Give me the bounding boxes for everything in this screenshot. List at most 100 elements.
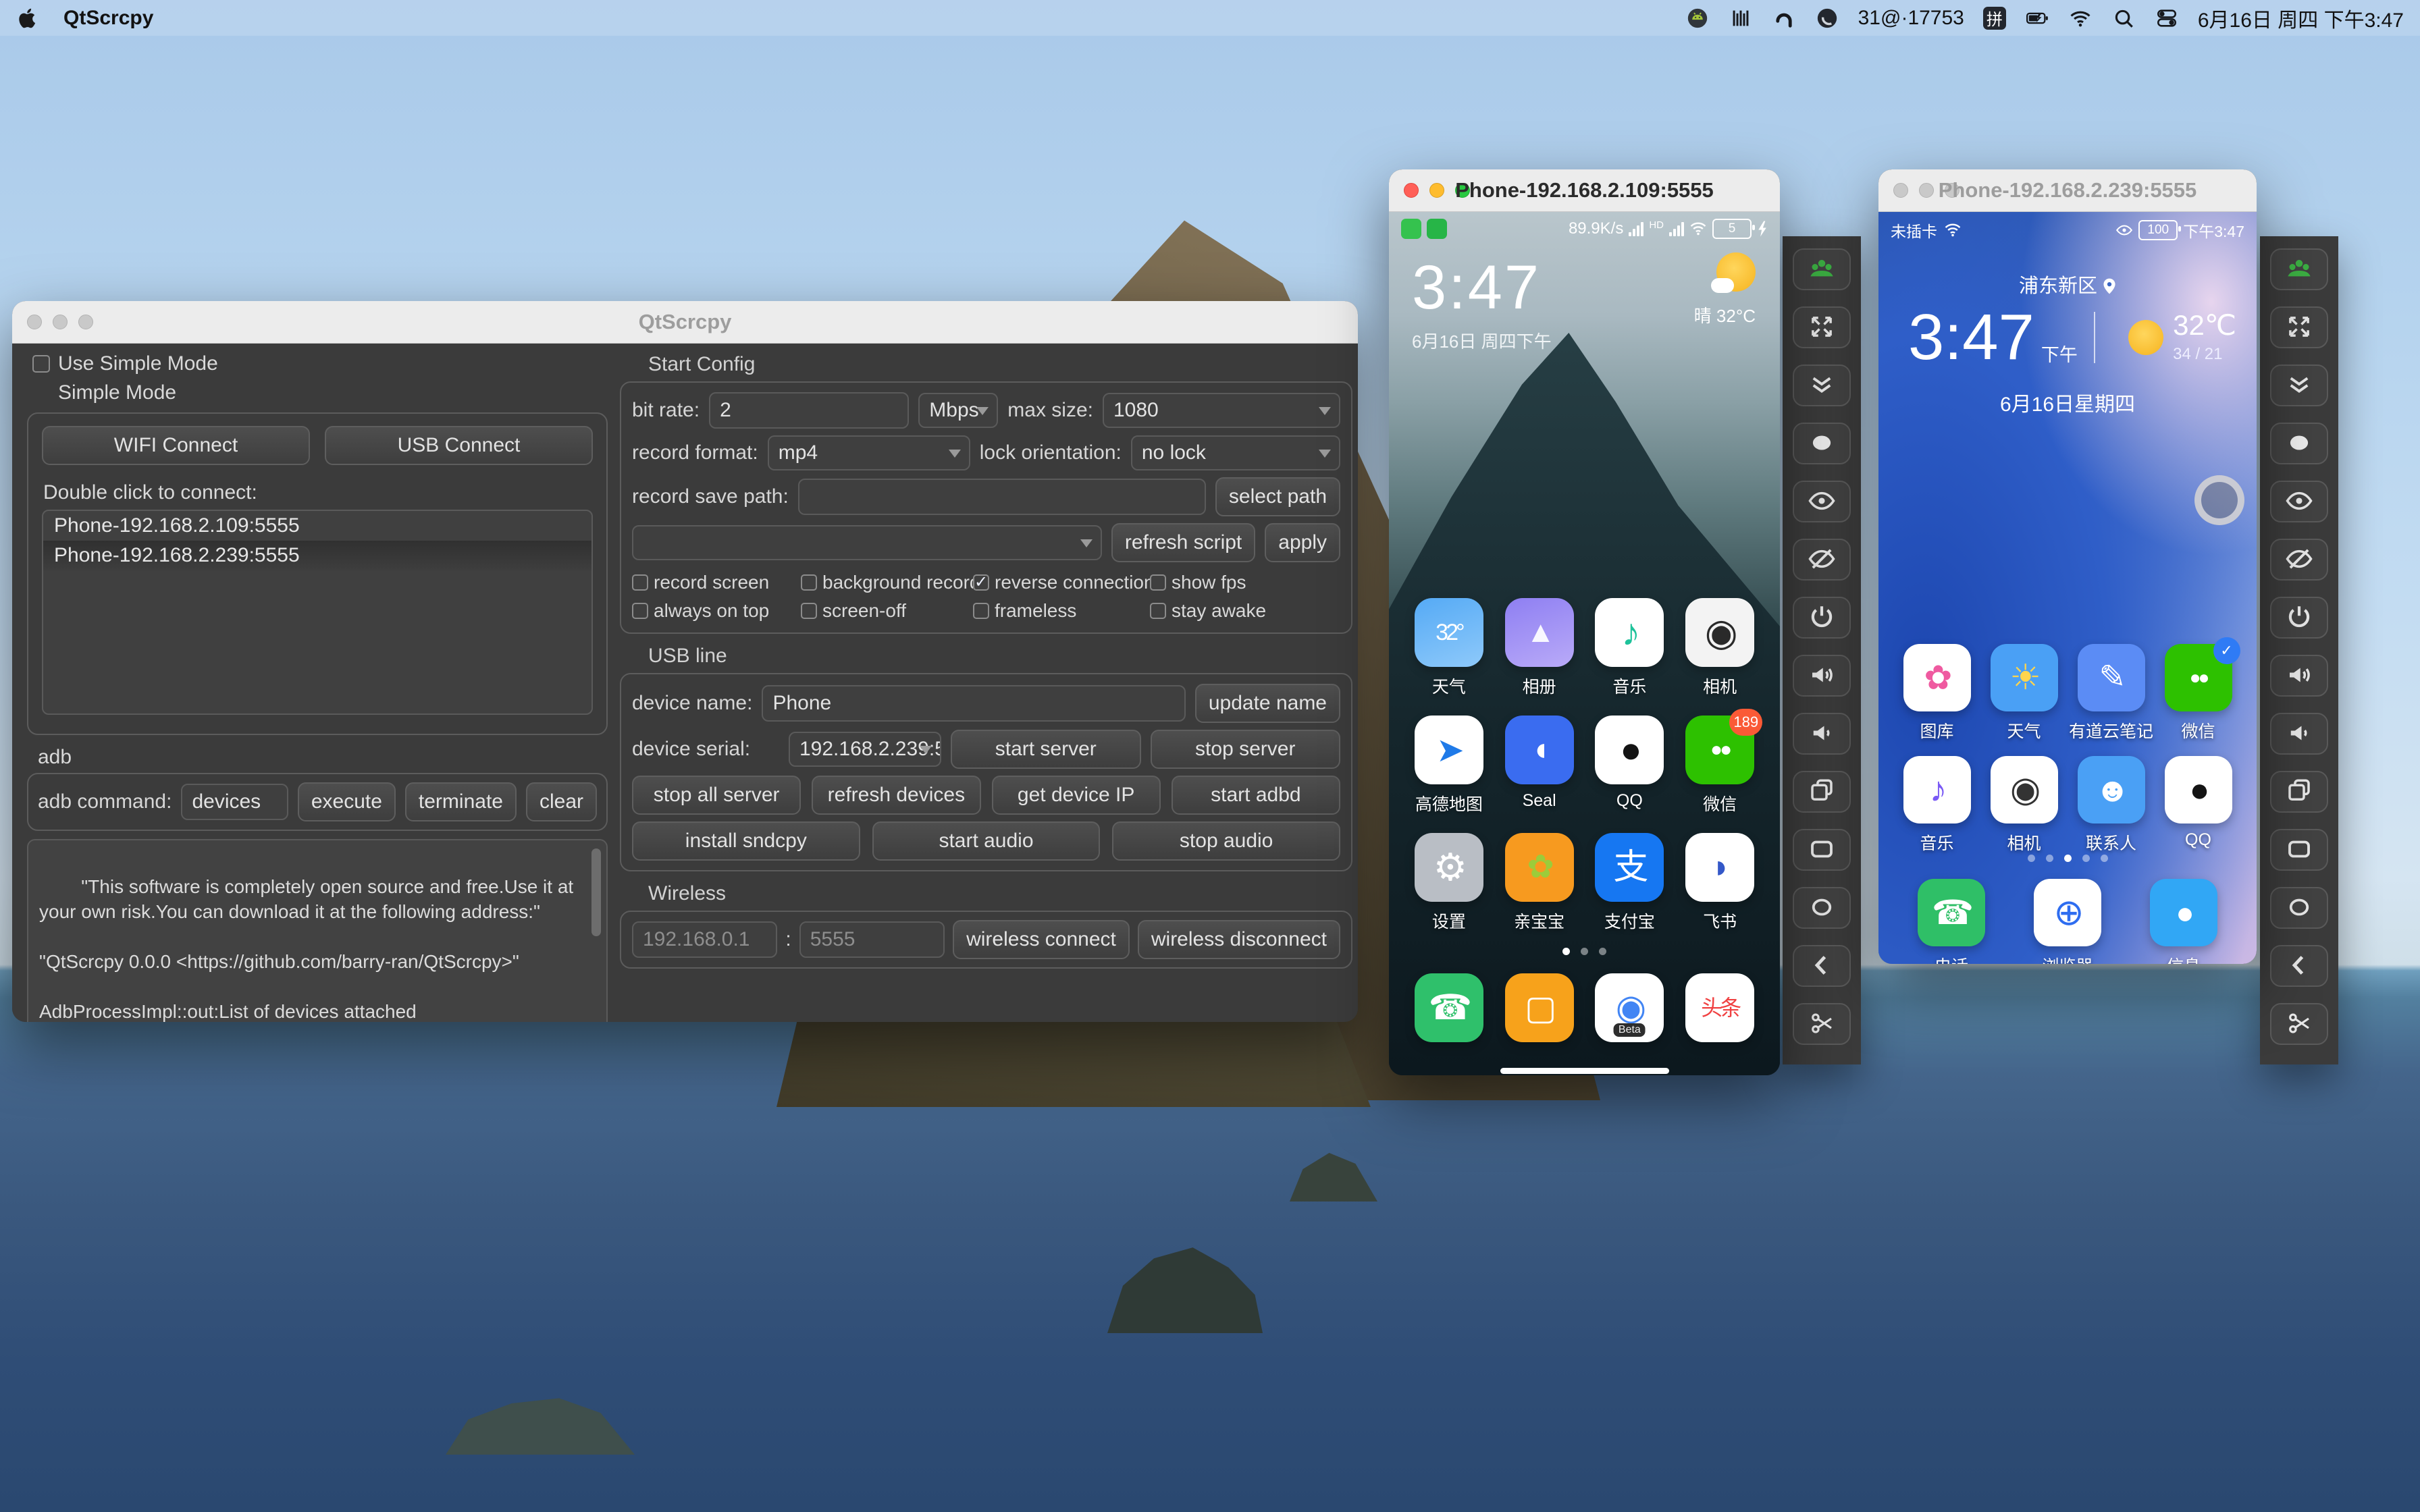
dock-app-icon[interactable]: ☎ — [1409, 973, 1489, 1042]
app-tile[interactable]: ♪ — [1595, 598, 1664, 667]
app-tile[interactable]: 支 — [1595, 833, 1664, 902]
app-tile[interactable]: ◉ — [1990, 756, 2058, 824]
expand-menu-button[interactable] — [2270, 364, 2328, 406]
config-checkbox[interactable]: ✓ reverse connection — [973, 570, 1150, 595]
control-center-icon[interactable] — [2155, 6, 2179, 30]
execute-button[interactable]: execute — [297, 782, 396, 821]
screen-on-button[interactable] — [2270, 481, 2328, 522]
bit-rate-unit-select[interactable]: Mbps — [918, 393, 999, 428]
select-path-button[interactable]: select path — [1215, 477, 1340, 516]
screenshot-button[interactable] — [2270, 1003, 2328, 1045]
log-output[interactable]: "This software is completely open source… — [27, 839, 608, 1022]
stop-server-button[interactable]: stop server — [1150, 730, 1340, 769]
phone1-mirror-window[interactable]: Phone-192.168.2.109:5555 89.9K/s HD 5 3:… — [1389, 169, 1780, 1075]
dock-app-icon[interactable]: ⊕ 浏览器 — [2028, 879, 2107, 964]
fullscreen-button[interactable] — [2270, 306, 2328, 348]
config-checkbox[interactable]: screen-off — [801, 599, 973, 623]
expand-menu-button[interactable] — [1793, 364, 1851, 406]
app-icon[interactable]: ➤ 高德地图 — [1409, 716, 1489, 815]
app-icon[interactable]: 支 支付宝 — [1589, 833, 1669, 933]
home-button[interactable] — [1793, 829, 1851, 871]
get-device-ip-button[interactable]: get device IP — [991, 776, 1161, 815]
app-tile[interactable]: ●● ✓ — [2164, 637, 2240, 711]
app-tile[interactable]: ● — [1595, 716, 1664, 784]
app-tile[interactable]: ⚙ — [1414, 833, 1483, 902]
usb-connect-button[interactable]: USB Connect — [325, 426, 593, 465]
app-icon[interactable]: ● QQ — [1589, 716, 1669, 815]
touch-button[interactable] — [2270, 423, 2328, 464]
checkbox-box[interactable] — [632, 574, 648, 591]
config-checkbox[interactable]: background record — [801, 570, 973, 595]
menu-button[interactable] — [2270, 887, 2328, 929]
record-save-path-input[interactable] — [797, 479, 1206, 515]
adb-command-input[interactable]: devices — [181, 784, 288, 820]
lock-orientation-select[interactable]: no lock — [1130, 435, 1340, 470]
app-tile[interactable]: ☎ — [1414, 973, 1483, 1042]
istat-bars-icon[interactable] — [1729, 6, 1753, 30]
script-select[interactable] — [632, 525, 1102, 560]
stop-all-server-button[interactable]: stop all server — [632, 776, 801, 815]
config-checkbox[interactable]: record screen — [632, 570, 801, 595]
app-icon[interactable]: ⚙ 设置 — [1409, 833, 1489, 933]
qtscrcpy-titlebar[interactable]: QtScrcpy — [12, 301, 1358, 344]
app-icon[interactable]: ◗ 飞书 — [1680, 833, 1760, 933]
bit-rate-input[interactable]: 2 — [709, 392, 910, 429]
wifi-icon[interactable] — [2068, 6, 2093, 30]
home-button[interactable] — [2270, 829, 2328, 871]
app-tile[interactable]: ◖ — [1504, 716, 1574, 784]
menu-datetime[interactable]: 6月16日 周四 下午3:47 — [2198, 3, 2404, 33]
wifi-connect-button[interactable]: WIFI Connect — [42, 426, 310, 465]
install-sndcpy-button[interactable]: install sndcpy — [632, 821, 860, 861]
app-tile[interactable]: ➤ — [1414, 716, 1483, 784]
app-tile[interactable]: ▲ — [1504, 598, 1574, 667]
checkbox-box[interactable] — [1150, 574, 1166, 591]
stop-audio-button[interactable]: stop audio — [1112, 821, 1340, 861]
refresh-script-button[interactable]: refresh script — [1111, 523, 1256, 562]
app-icon[interactable]: ✿ 亲宝宝 — [1500, 833, 1579, 933]
app-tile[interactable]: ● — [2164, 756, 2232, 824]
phone1-screen[interactable]: 89.9K/s HD 5 3:47 6月16日 周四下午 晴 32°C 32° — [1389, 212, 1780, 1075]
app-tile[interactable]: ✿ — [1504, 833, 1574, 902]
start-server-button[interactable]: start server — [951, 730, 1141, 769]
touch-button[interactable] — [1793, 423, 1851, 464]
dock-app-icon[interactable]: ▢ — [1500, 973, 1579, 1042]
screen-off-button[interactable] — [1793, 539, 1851, 580]
wireless-disconnect-button[interactable]: wireless disconnect — [1137, 920, 1340, 959]
checkbox-box[interactable] — [801, 574, 817, 591]
apply-button[interactable]: apply — [1265, 523, 1340, 562]
phone2-screen[interactable]: 未插卡 100 下午3:47 浦东新区 3:47 下午 32℃ 34 / 21 … — [1878, 212, 2257, 964]
app-icon[interactable]: ▲ 相册 — [1500, 598, 1579, 698]
app-tile[interactable]: 头条 — [1685, 973, 1755, 1042]
app-icon[interactable]: ◉ 相机 — [1680, 598, 1760, 698]
app-switch-button[interactable] — [2270, 771, 2328, 813]
dock-app-icon[interactable]: ☎ 电话 — [1912, 879, 1991, 964]
group-control-button[interactable] — [1793, 248, 1851, 290]
app-icon[interactable]: ☻ 联系人 — [2072, 756, 2151, 855]
config-checkbox[interactable]: always on top — [632, 599, 801, 623]
app-tile[interactable]: ☻ — [2077, 756, 2145, 824]
battery-icon[interactable] — [2025, 6, 2049, 30]
app-switch-button[interactable] — [1793, 771, 1851, 813]
menu-button[interactable] — [1793, 887, 1851, 929]
phone1-titlebar[interactable]: Phone-192.168.2.109:5555 — [1389, 169, 1780, 212]
volume-up-button[interactable] — [1793, 655, 1851, 697]
checkbox-box[interactable] — [801, 603, 817, 619]
app-icon[interactable]: ●● 189 微信 — [1680, 709, 1763, 815]
app-tile[interactable]: ● — [2150, 879, 2217, 946]
log-scrollbar[interactable] — [591, 848, 601, 936]
record-format-select[interactable]: mp4 — [767, 435, 970, 470]
power-button[interactable] — [1793, 597, 1851, 639]
screen-on-button[interactable] — [1793, 481, 1851, 522]
wireless-ip-input[interactable]: 192.168.0.1 — [632, 921, 778, 958]
app-tile[interactable]: ✎ — [2077, 644, 2145, 711]
app-tile[interactable]: ☀ — [1990, 644, 2058, 711]
device-list-item[interactable]: Phone-192.168.2.109:5555 — [43, 511, 591, 541]
hook-status-icon[interactable] — [1772, 6, 1796, 30]
app-tile[interactable]: ◉ — [1685, 598, 1755, 667]
use-simple-mode-checkbox[interactable]: Use Simple Mode — [32, 350, 608, 377]
device-list-item[interactable]: Phone-192.168.2.239:5555 — [43, 541, 591, 570]
power-button[interactable] — [2270, 597, 2328, 639]
dock-app-icon[interactable]: ◉ Beta — [1589, 973, 1669, 1042]
app-tile[interactable]: ◗ — [1685, 833, 1755, 902]
app-tile[interactable]: ♪ — [1903, 756, 1971, 824]
